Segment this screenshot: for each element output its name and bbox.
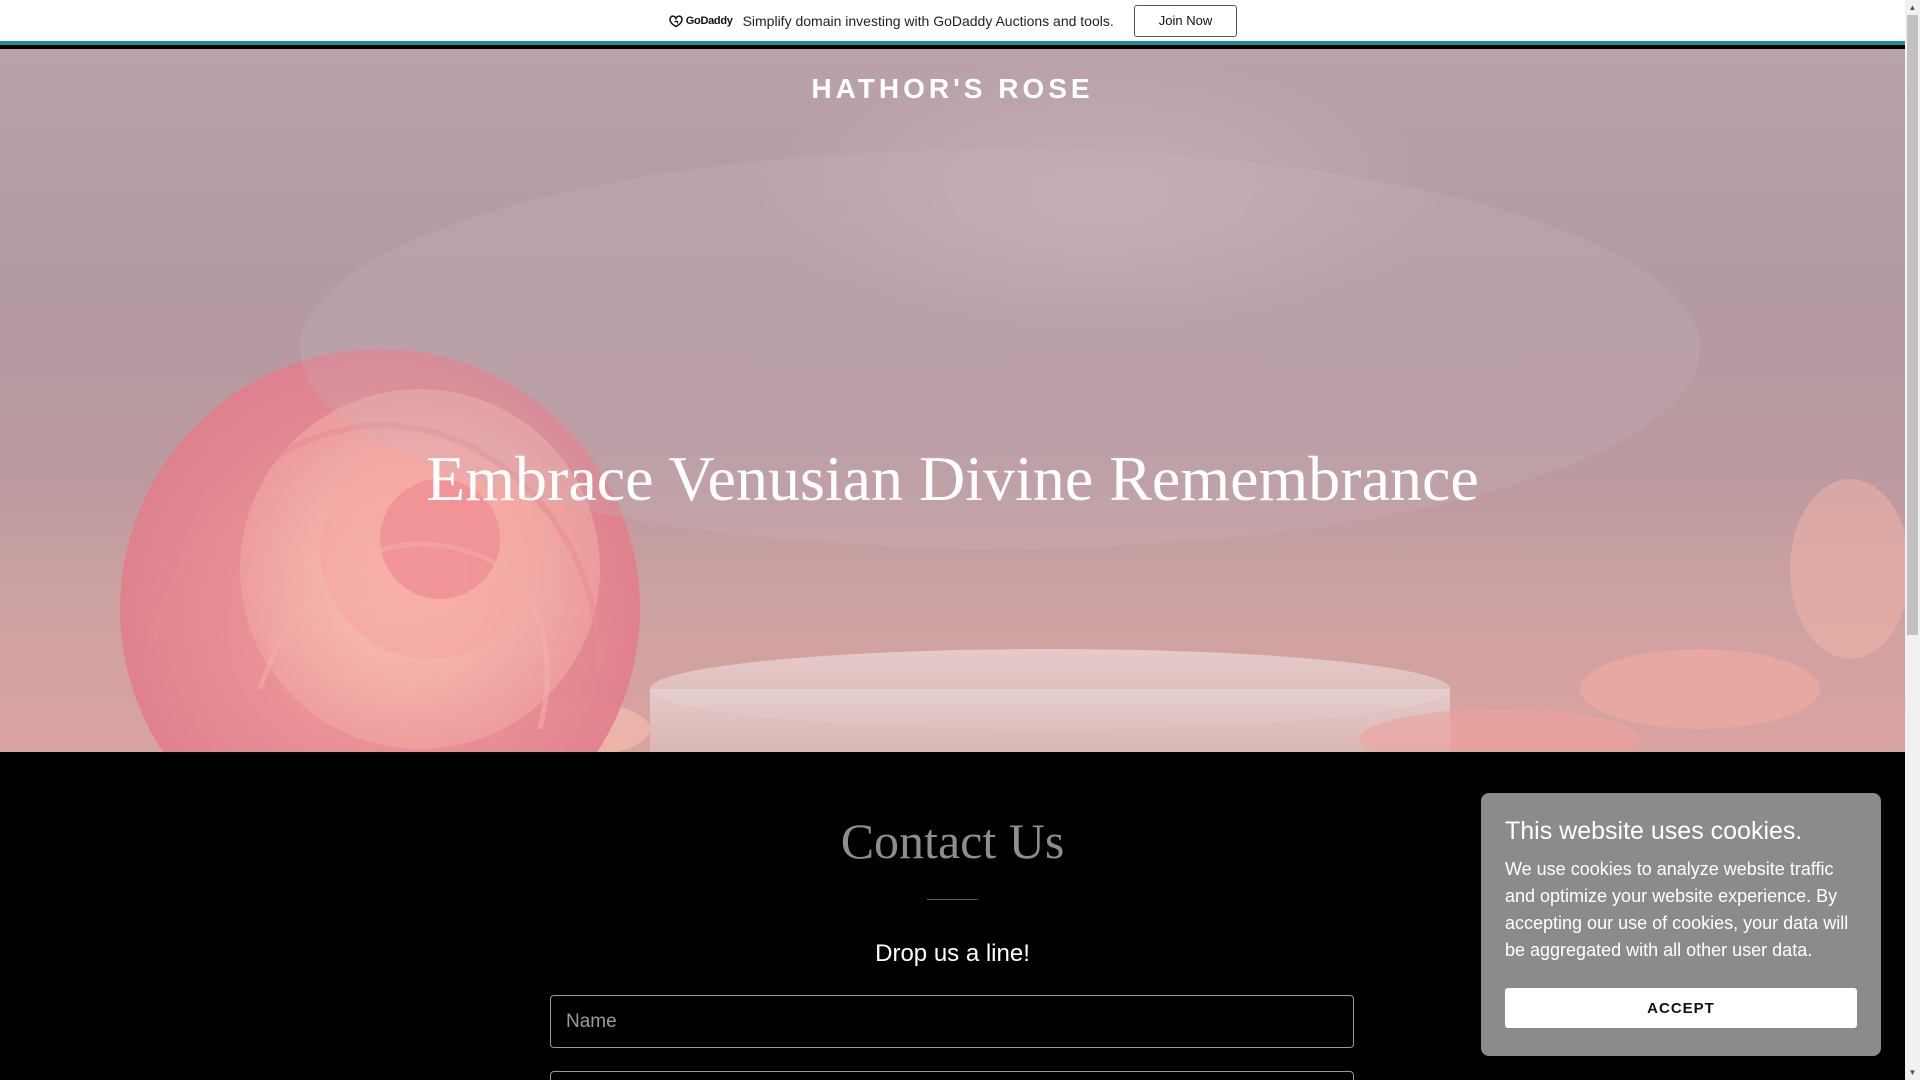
hero-section: HATHOR'S ROSE Embrace Venusian Divine Re… xyxy=(0,49,1905,752)
cookie-text: We use cookies to analyze website traffi… xyxy=(1505,859,1849,960)
name-field[interactable] xyxy=(550,995,1354,1048)
join-now-button[interactable]: Join Now xyxy=(1133,4,1238,37)
hero-heading: Embrace Venusian Divine Remembrance xyxy=(426,442,1479,514)
chevron-up-icon[interactable]: ▲ xyxy=(1905,0,1920,15)
rose-background-image xyxy=(120,149,1905,752)
chevron-down-icon[interactable]: ▼ xyxy=(1905,1065,1920,1080)
page: GoDaddy Simplify domain investing with G… xyxy=(0,0,1905,1080)
cookie-title: This website uses cookies. xyxy=(1505,817,1803,845)
email-field[interactable] xyxy=(550,1071,1354,1080)
promo-content: GoDaddy Simplify domain investing with G… xyxy=(668,4,1238,37)
promo-message: Simplify domain investing with GoDaddy A… xyxy=(742,12,1114,29)
promo-banner: GoDaddy Simplify domain investing with G… xyxy=(0,0,1905,45)
godaddy-logo-icon xyxy=(669,14,683,27)
godaddy-logo-text: GoDaddy xyxy=(685,14,733,27)
scrollbar[interactable]: ▲ ▼ xyxy=(1905,0,1920,1080)
accept-cookies-button[interactable]: ACCEPT xyxy=(1505,988,1857,1028)
cookie-banner: This website uses cookies. We use cookie… xyxy=(1481,793,1881,1056)
contact-divider xyxy=(927,899,978,900)
site-title[interactable]: HATHOR'S ROSE xyxy=(0,73,1905,105)
scrollbar-thumb[interactable] xyxy=(1907,15,1918,635)
godaddy-logo[interactable]: GoDaddy xyxy=(668,14,733,28)
